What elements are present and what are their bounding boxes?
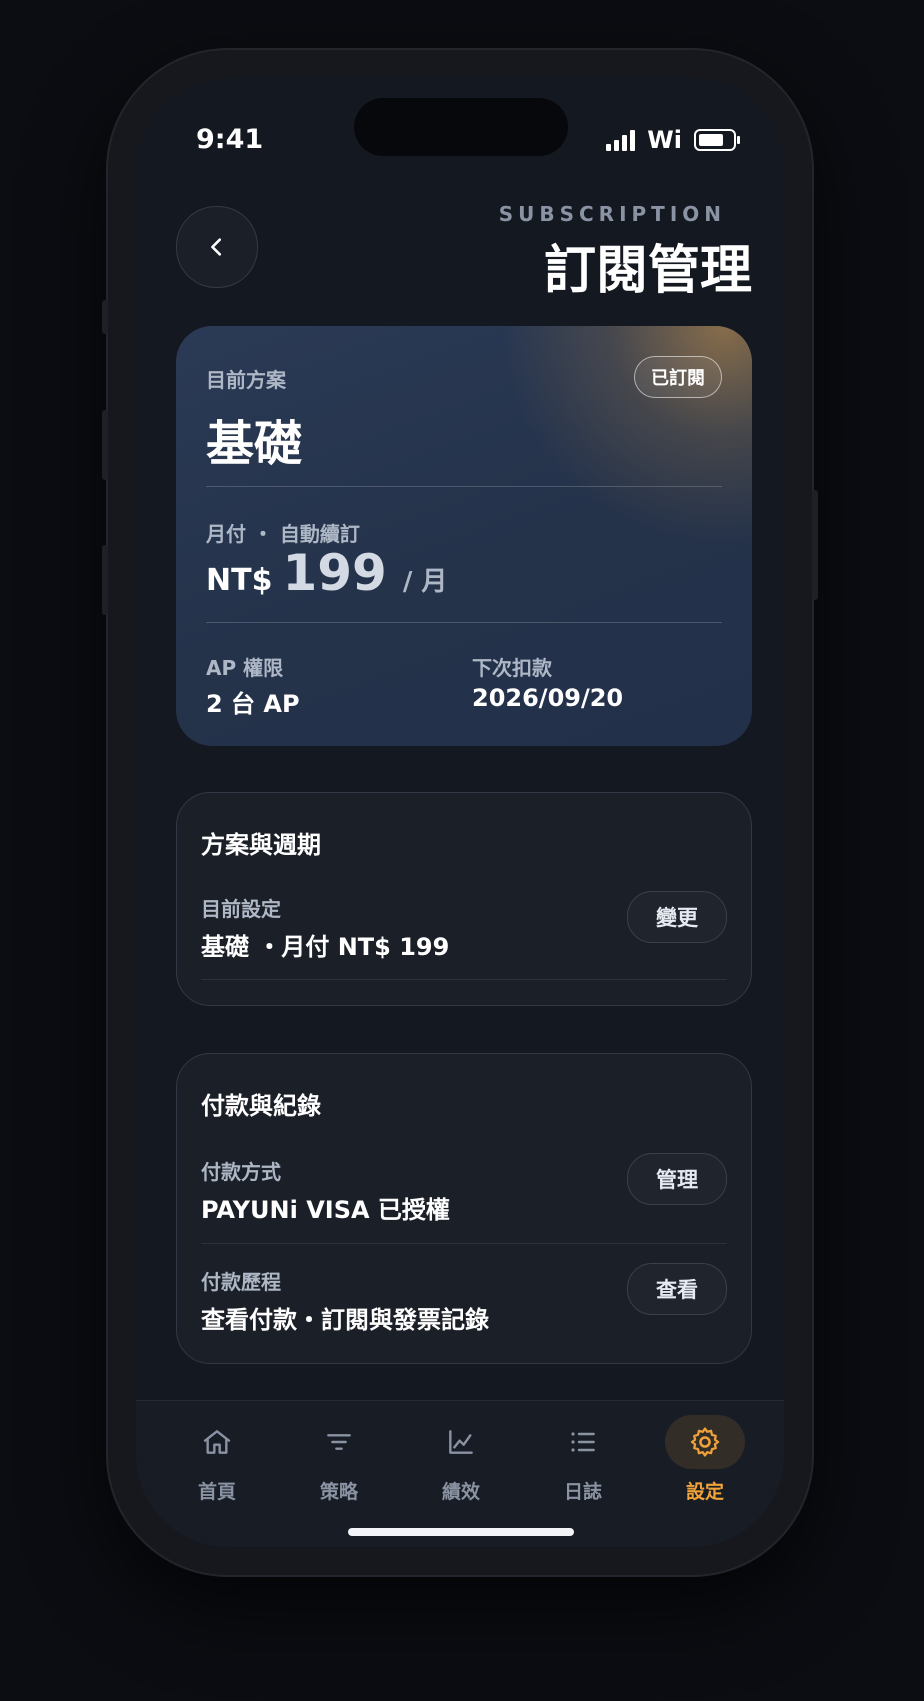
status-icons: Wi xyxy=(606,126,740,154)
volume-down-button xyxy=(102,545,108,615)
plan-name: 基礎 xyxy=(206,416,303,472)
price-unit: / 月 xyxy=(402,567,448,597)
section-title: 方案與週期 xyxy=(201,831,321,859)
tab-label: 策略 xyxy=(319,1481,358,1503)
tab-home[interactable]: 首頁 xyxy=(162,1415,272,1504)
tab-settings[interactable]: 設定 xyxy=(650,1415,760,1504)
volume-up-button xyxy=(102,410,108,480)
tab-label: 設定 xyxy=(685,1481,724,1503)
payment-method-value: PAYUNi VISA 已授權 xyxy=(201,1196,450,1224)
divider xyxy=(206,622,722,623)
home-icon xyxy=(203,1430,231,1454)
ap-limit-label: AP 權限 xyxy=(206,656,284,680)
divider xyxy=(206,486,722,487)
chevron-left-icon xyxy=(211,238,222,256)
tab-logs[interactable]: 日誌 xyxy=(528,1415,638,1504)
signal-icon xyxy=(606,129,636,151)
ap-limit-value: 2 台 AP xyxy=(206,690,300,718)
current-setting-value: 基礎 ・月付 NT$ 199 xyxy=(201,933,450,961)
row-divider xyxy=(201,1243,727,1244)
tab-bar: 首頁 策略 績效 日誌 設定 xyxy=(136,1400,784,1547)
tab-label: 績效 xyxy=(441,1481,480,1503)
price-amount: 199 xyxy=(282,544,387,602)
header-eyebrow: SUBSCRIPTION xyxy=(498,202,726,226)
current-setting-label: 目前設定 xyxy=(201,897,281,921)
billing-label: 月付 ・ 自動續訂 xyxy=(206,522,360,546)
row-divider xyxy=(201,979,727,980)
gear-icon xyxy=(690,1427,720,1457)
chart-line-icon xyxy=(449,1430,473,1454)
price-currency: NT$ xyxy=(206,563,273,598)
dynamic-island xyxy=(354,98,568,156)
next-charge-value: 2026/09/20 xyxy=(472,684,624,712)
view-history-button[interactable]: 查看 xyxy=(627,1263,727,1315)
phone-screen: 9:41 Wi SUBSCRIPTION 訂閱管理 目前方案 已訂閱 基礎 月付… xyxy=(136,78,784,1547)
filter-icon xyxy=(327,1434,351,1450)
plan-label: 目前方案 xyxy=(206,368,286,392)
current-plan-card: 目前方案 已訂閱 基礎 月付 ・ 自動續訂 NT$ 199 / 月 AP 權限 … xyxy=(176,326,752,746)
battery-icon xyxy=(694,129,740,151)
back-button[interactable] xyxy=(176,206,258,288)
list-icon xyxy=(571,1432,595,1452)
home-indicator xyxy=(348,1528,574,1536)
payment-method-label: 付款方式 xyxy=(201,1160,281,1184)
tab-strategy[interactable]: 策略 xyxy=(284,1415,394,1504)
payment-history-label: 付款歷程 xyxy=(201,1270,281,1294)
payment-history-value: 查看付款・訂閱與發票記錄 xyxy=(201,1306,489,1334)
manage-payment-button[interactable]: 管理 xyxy=(627,1153,727,1205)
next-charge-label: 下次扣款 xyxy=(472,656,552,680)
tab-label: 日誌 xyxy=(563,1481,602,1503)
power-button xyxy=(812,490,818,600)
plan-cycle-section: 方案與週期 目前設定 基礎 ・月付 NT$ 199 變更 xyxy=(176,792,752,1006)
price: NT$ 199 / 月 xyxy=(206,544,447,602)
side-button xyxy=(102,300,108,334)
status-time: 9:41 xyxy=(196,124,264,155)
status-badge: 已訂閱 xyxy=(634,356,722,398)
wifi-icon: Wi xyxy=(647,126,682,154)
tab-label: 首頁 xyxy=(197,1481,236,1503)
section-title: 付款與紀錄 xyxy=(201,1092,321,1120)
change-plan-button[interactable]: 變更 xyxy=(627,891,727,943)
page-title: 訂閱管理 xyxy=(543,241,752,301)
tab-performance[interactable]: 績效 xyxy=(406,1415,516,1504)
payment-records-section: 付款與紀錄 付款方式 PAYUNi VISA 已授權 管理 付款歷程 查看付款・… xyxy=(176,1053,752,1364)
